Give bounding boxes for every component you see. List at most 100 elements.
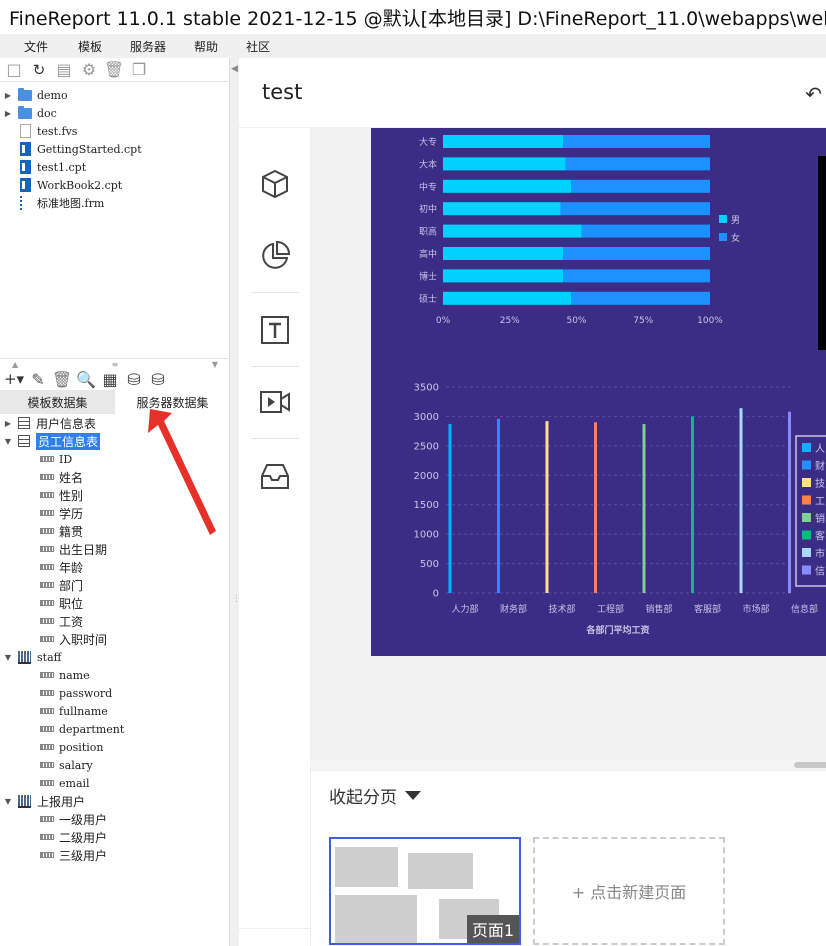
dataset-field[interactable]: 一级用户: [0, 810, 230, 828]
edit-icon[interactable]: ✎: [30, 370, 46, 389]
connection-icon[interactable]: ▦: [102, 370, 118, 389]
report-file-icon: [20, 142, 31, 156]
field-icon: [40, 546, 54, 552]
dataset-field[interactable]: 年龄: [0, 558, 230, 576]
dataset-field[interactable]: email: [0, 774, 230, 792]
collapse-pages-toggle[interactable]: 收起分页: [329, 783, 421, 808]
legend-swatch: [802, 548, 811, 557]
field-name: salary: [59, 758, 93, 772]
expand-icon[interactable]: ▶: [4, 104, 12, 122]
database-icon[interactable]: ⛁: [150, 370, 166, 389]
category-label: 博士: [419, 270, 437, 282]
bar: [594, 422, 597, 593]
dataset-field[interactable]: 出生日期: [0, 540, 230, 558]
legend-label: 技: [815, 477, 825, 490]
add-dataset-icon[interactable]: +▾: [4, 370, 24, 388]
dataset-field[interactable]: fullname: [0, 702, 230, 720]
collapse-icon[interactable]: ▼: [4, 792, 12, 810]
inbox-icon[interactable]: [259, 460, 291, 492]
new-folder-icon[interactable]: □: [6, 60, 22, 79]
file-tree-item[interactable]: ▶ doc: [0, 104, 229, 122]
expand-icon[interactable]: ▶: [4, 414, 12, 432]
file-tree-item[interactable]: 标准地图.frm: [0, 194, 229, 212]
department-salary-bar-chart[interactable]: 0 500 1000 1500 2000 2500 3000 3500 人力部 财务部 技术部 工程部…: [371, 378, 826, 653]
file-name: test1.cpt: [37, 160, 87, 174]
field-icon: [40, 852, 54, 858]
bar-segment: [581, 224, 710, 238]
hidden-component[interactable]: [818, 156, 826, 350]
field-name: 一级用户: [59, 812, 108, 827]
field-icon: [40, 708, 54, 714]
database-table-icon: [18, 650, 31, 664]
menu-file[interactable]: 文件: [24, 38, 48, 55]
education-gender-bar-chart[interactable]: 大专大本中专初中职高高中博士硕士 0% 25% 50% 75% 100% 男女: [371, 128, 826, 338]
horizontal-scrollbar[interactable]: [311, 760, 826, 770]
pie-chart-icon[interactable]: [259, 240, 291, 272]
permission-icon[interactable]: ⚙: [81, 60, 97, 79]
field-name: fullname: [59, 704, 108, 718]
bar-segment: [443, 179, 572, 193]
file-tree-item[interactable]: test.fvs: [0, 122, 229, 140]
video-icon[interactable]: [259, 386, 291, 418]
tab-template-dataset[interactable]: 模板数据集: [0, 390, 115, 414]
legend-label: 男: [731, 215, 740, 226]
menu-server[interactable]: 服务器: [130, 38, 166, 55]
menu-template[interactable]: 模板: [78, 38, 102, 55]
chart-panel[interactable]: 大专 大本 中专 初中 职高 高中 博士 硕士 0% 25% 50% 75% 100% 男女 0 500 10…: [371, 128, 826, 656]
dataset-field[interactable]: 职位: [0, 594, 230, 612]
page-title: test: [262, 80, 303, 104]
dataset-field[interactable]: name: [0, 666, 230, 684]
dataset-field[interactable]: department: [0, 720, 230, 738]
template-info-icon[interactable]: ▤: [56, 60, 72, 79]
database-settings-icon[interactable]: ⛁: [126, 370, 142, 389]
text-icon[interactable]: [259, 314, 291, 346]
delete-dataset-icon[interactable]: 🗑: [52, 370, 72, 389]
file-tree-item[interactable]: test1.cpt: [0, 158, 229, 176]
field-name: 三级用户: [59, 848, 108, 863]
component-sidebar: [239, 128, 311, 946]
expand-icon[interactable]: ▶: [4, 86, 12, 104]
sidebar-divider: [251, 438, 299, 439]
dataset-field[interactable]: 工资: [0, 612, 230, 630]
menu-community[interactable]: 社区: [246, 38, 270, 55]
dataset-item[interactable]: ▼ 上报用户: [0, 792, 230, 810]
file-tree-item[interactable]: WorkBook2.cpt: [0, 176, 229, 194]
bar-segment: [563, 247, 710, 260]
dataset-field[interactable]: position: [0, 738, 230, 756]
dataset-field[interactable]: salary: [0, 756, 230, 774]
dataset-field[interactable]: 二级用户: [0, 828, 230, 846]
annotation-arrow-icon: [148, 409, 216, 535]
category-label: 技术部: [548, 603, 575, 615]
collapse-left-icon[interactable]: ◀: [231, 64, 238, 74]
dataset-field[interactable]: 入职时间: [0, 630, 230, 648]
file-icon: [20, 124, 31, 138]
panel-divider[interactable]: ◀ ⋮: [230, 58, 241, 946]
new-page-button[interactable]: + 点击新建页面: [533, 837, 725, 945]
collapse-icon[interactable]: ▼: [4, 648, 12, 666]
category-label: 客服部: [694, 603, 721, 615]
dataset-field[interactable]: password: [0, 684, 230, 702]
legend-label: 人: [815, 443, 825, 455]
copy-icon[interactable]: ❐: [131, 60, 147, 79]
field-name: 年龄: [59, 560, 84, 575]
file-tree-item[interactable]: ▶ demo: [0, 86, 229, 104]
dataset-item[interactable]: ▼ staff: [0, 648, 230, 666]
menu-help[interactable]: 帮助: [194, 38, 218, 55]
dataset-field[interactable]: 三级用户: [0, 846, 230, 864]
thumb-block: [335, 895, 417, 943]
page-thumbnail[interactable]: 页面1: [329, 837, 521, 945]
undo-icon[interactable]: ↶: [805, 82, 822, 106]
bar-segment: [443, 157, 566, 171]
y-tick-label: 1500: [414, 500, 439, 511]
collapse-icon[interactable]: ▼: [4, 432, 12, 450]
field-name: 出生日期: [59, 542, 108, 557]
preview-icon[interactable]: 🔍: [76, 370, 96, 389]
refresh-icon[interactable]: ↻: [31, 61, 47, 79]
sidebar-divider: [251, 292, 299, 293]
scrollbar-thumb[interactable]: [794, 762, 826, 768]
dataset-field[interactable]: 部门: [0, 576, 230, 594]
folder-icon: [18, 87, 32, 101]
delete-icon[interactable]: 🗑: [104, 60, 124, 79]
file-tree-item[interactable]: GettingStarted.cpt: [0, 140, 229, 158]
cube-icon[interactable]: [259, 168, 291, 200]
